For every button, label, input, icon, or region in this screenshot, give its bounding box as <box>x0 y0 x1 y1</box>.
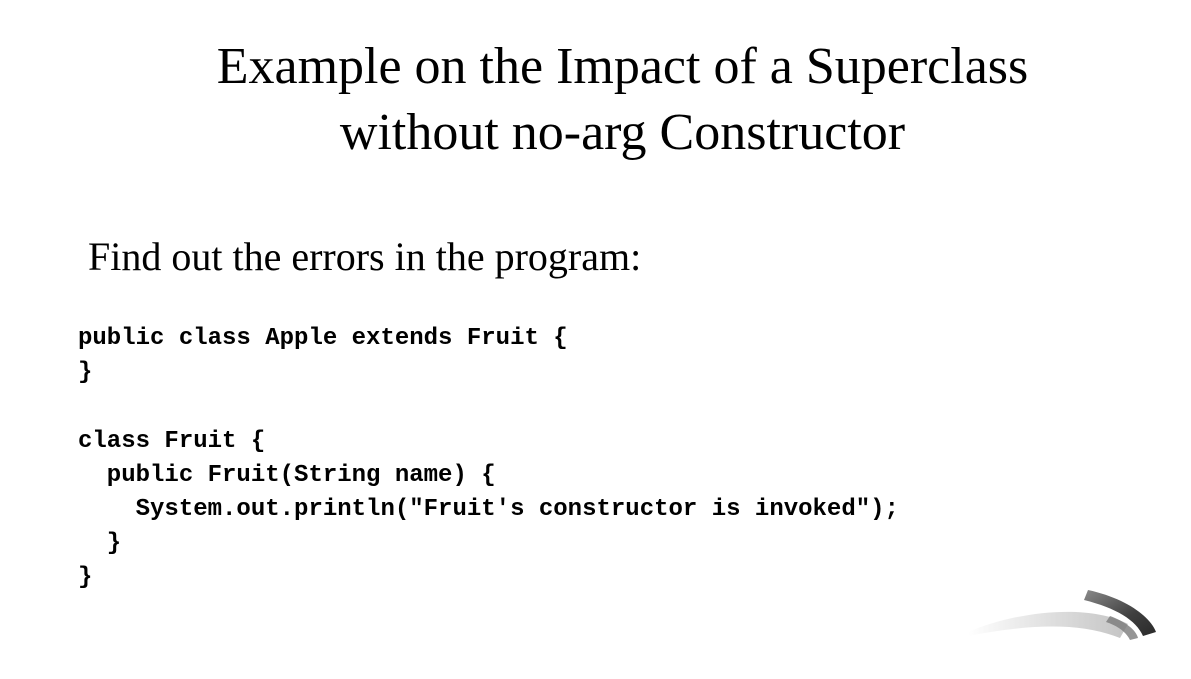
slide-title-line-1: Example on the Impact of a Superclass <box>216 38 1029 95</box>
swirl-logo-icon <box>960 580 1191 679</box>
logo-light-swoosh <box>968 611 1128 638</box>
code-line-8: } <box>78 564 93 592</box>
slide: Example on the Impact of a Superclass wi… <box>0 0 1191 679</box>
code-line-2: } <box>78 359 93 387</box>
code-line-5: public Fruit(String name) { <box>78 461 496 489</box>
slide-title: Example on the Impact of a Superclass wi… <box>0 34 1191 166</box>
exercise-prompt: Find out the errors in the program: <box>88 234 642 279</box>
code-line-1: public class Apple extends Fruit { <box>78 325 568 352</box>
slide-title-line-2: without no-arg Constructor <box>339 104 906 161</box>
code-line-6: System.out.println("Fruit's constructor … <box>78 495 899 523</box>
code-line-4: class Fruit { <box>78 427 266 455</box>
code-listing: public class Apple extends Fruit {} class… <box>78 322 899 596</box>
code-line-7: } <box>78 530 122 558</box>
